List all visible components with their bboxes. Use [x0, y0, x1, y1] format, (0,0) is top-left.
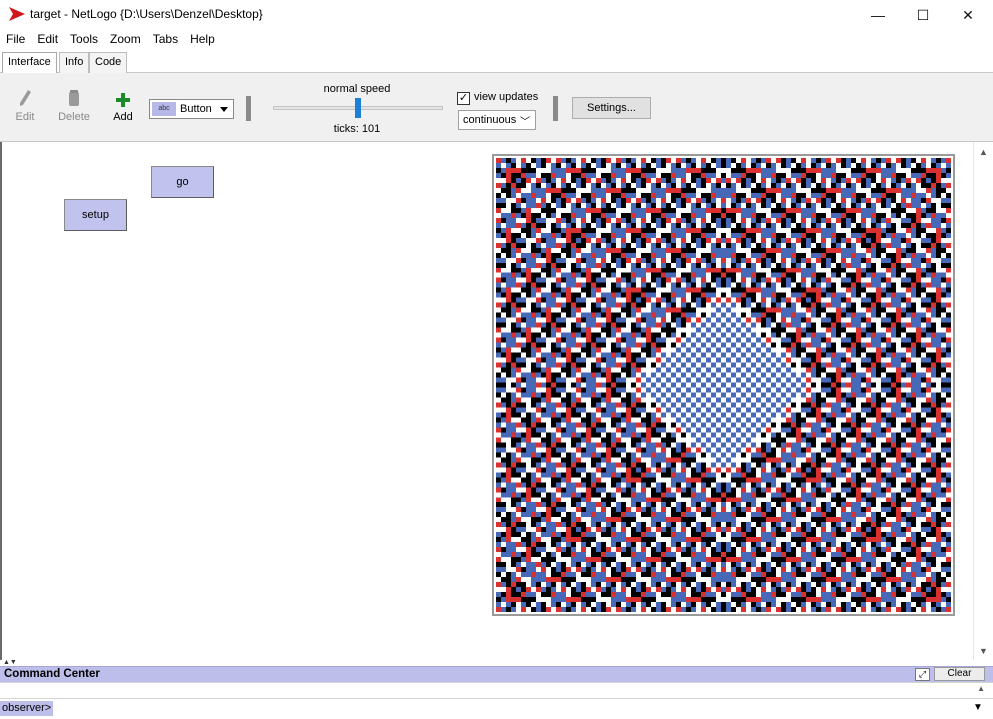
- speed-slider-thumb[interactable]: [355, 98, 361, 118]
- setup-button[interactable]: setup: [64, 199, 127, 231]
- expand-icon[interactable]: ⤢: [915, 668, 930, 681]
- interface-toolbar: Edit Delete Add abc Button normal speed …: [0, 73, 993, 142]
- add-label: Add: [113, 111, 133, 123]
- update-mode-value: continuous: [463, 114, 517, 126]
- scroll-up-icon[interactable]: ▲: [979, 147, 988, 157]
- menu-file[interactable]: File: [0, 30, 31, 50]
- minimize-icon: —: [871, 7, 885, 23]
- interface-canvas[interactable]: go setup: [0, 142, 973, 660]
- command-center-header: Command Center ⤢ Clear: [0, 666, 993, 682]
- ticks-counter: ticks: 101: [333, 123, 381, 135]
- plus-icon: [116, 93, 130, 107]
- clear-button[interactable]: Clear: [934, 667, 985, 681]
- widget-type-label: Button: [180, 103, 212, 115]
- output-scroll-icon[interactable]: ▲: [977, 684, 985, 693]
- menu-help[interactable]: Help: [184, 30, 221, 50]
- command-input-row: observer> ▼: [0, 699, 993, 719]
- view-updates-checkbox[interactable]: ✓: [457, 92, 470, 105]
- add-button[interactable]: Add: [103, 87, 143, 123]
- menu-bar: File Edit Tools Zoom Tabs Help: [0, 30, 993, 50]
- command-center-output: ▲: [0, 682, 993, 699]
- window-title: target - NetLogo {D:\Users\Denzel\Deskto…: [30, 7, 263, 21]
- trash-icon: [69, 90, 79, 106]
- widget-type-select[interactable]: abc Button: [149, 99, 234, 119]
- go-button[interactable]: go: [151, 166, 214, 198]
- button-widget-icon: abc: [152, 102, 176, 116]
- command-center-title: Command Center: [4, 668, 100, 680]
- maximize-button[interactable]: ☐: [900, 0, 946, 30]
- menu-edit[interactable]: Edit: [31, 30, 64, 50]
- update-mode-select[interactable]: continuous ﹀: [458, 110, 536, 130]
- chevron-down-icon: [220, 107, 228, 112]
- maximize-icon: ☐: [916, 6, 930, 23]
- agent-prompt-label[interactable]: observer>: [0, 701, 54, 716]
- scroll-down-icon[interactable]: ▼: [979, 646, 988, 656]
- edit-button[interactable]: Edit: [5, 87, 45, 123]
- title-bar: target - NetLogo {D:\Users\Denzel\Deskto…: [0, 0, 993, 30]
- close-button[interactable]: ✕: [945, 0, 991, 30]
- toolbar-divider: [553, 96, 558, 121]
- delete-label: Delete: [58, 111, 90, 123]
- tab-info[interactable]: Info: [59, 52, 90, 73]
- tab-interface[interactable]: Interface: [2, 52, 57, 74]
- speed-label: normal speed: [323, 83, 391, 95]
- close-icon: ✕: [962, 6, 974, 23]
- menu-tabs[interactable]: Tabs: [147, 30, 184, 50]
- delete-button[interactable]: Delete: [54, 87, 94, 123]
- chevron-down-icon: ﹀: [520, 117, 530, 128]
- world-patches: [496, 158, 951, 612]
- world-view[interactable]: [492, 154, 955, 616]
- view-updates-label: view updates: [474, 91, 539, 103]
- interface-scrollbar[interactable]: ▲ ▼: [973, 142, 993, 660]
- menu-tools[interactable]: Tools: [64, 30, 104, 50]
- settings-button[interactable]: Settings...: [572, 97, 651, 119]
- netlogo-app-icon: [9, 7, 25, 21]
- command-input[interactable]: [57, 701, 962, 716]
- pencil-icon: [20, 90, 31, 106]
- tab-code[interactable]: Code: [89, 52, 128, 73]
- minimize-button[interactable]: —: [855, 0, 901, 30]
- menu-zoom[interactable]: Zoom: [104, 30, 147, 50]
- tab-strip: Interface Info Code: [0, 52, 993, 74]
- toolbar-divider: [246, 96, 251, 121]
- history-dropdown-icon[interactable]: ▼: [968, 700, 988, 716]
- edit-label: Edit: [15, 111, 35, 123]
